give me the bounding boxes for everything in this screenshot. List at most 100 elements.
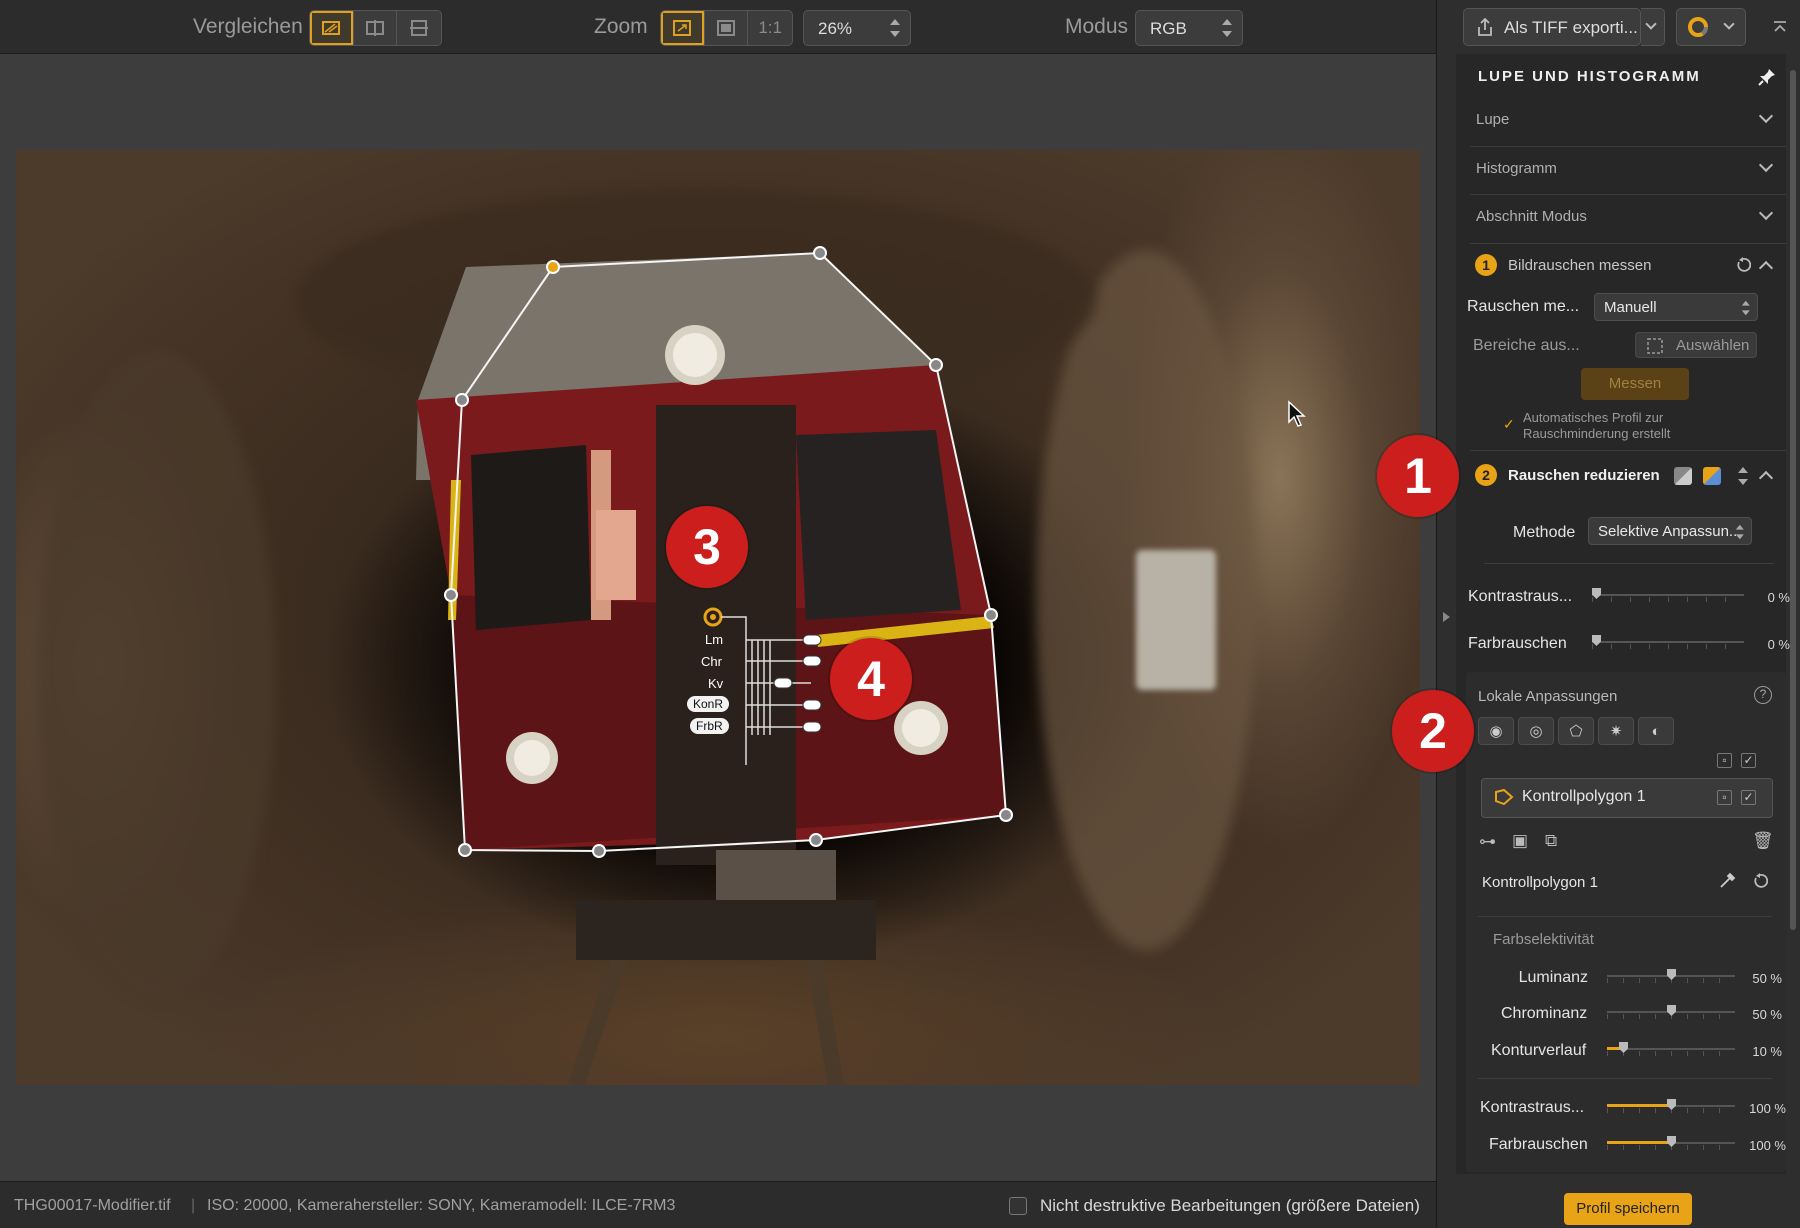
panel-title: LUPE UND HISTOGRAMM [1478, 68, 1701, 85]
local-contrast-noise-slider[interactable] [1607, 1096, 1735, 1116]
step-2-badge: 2 [1475, 464, 1497, 486]
method-value: Selektive Anpassun... [1598, 523, 1742, 540]
step-2-title[interactable]: Rauschen reduzieren [1508, 467, 1660, 484]
control-point-tool-icon[interactable]: ◉ [1478, 717, 1514, 745]
export-label: Als TIFF exporti... [1504, 18, 1638, 37]
fill-screen-icon [717, 20, 735, 36]
eyedropper-icon[interactable] [1718, 872, 1736, 890]
checkbox-checked-icon[interactable]: ✓ [1741, 790, 1756, 805]
compare-off-button[interactable] [310, 11, 354, 45]
fit-screen-icon [673, 20, 692, 36]
save-profile-button[interactable]: Profil speichern [1564, 1193, 1692, 1225]
up-down-icon [1735, 524, 1744, 540]
mask-edit-icon[interactable]: ▣ [1512, 831, 1528, 851]
plugin-ring-icon [1688, 17, 1708, 37]
measure-button[interactable]: Messen [1581, 368, 1689, 400]
compare-label: Vergleichen [193, 15, 303, 38]
gradient-tool-icon[interactable]: ◐ [1638, 717, 1674, 745]
compare-side-by-side-button[interactable] [354, 11, 398, 45]
reset-icon[interactable] [1735, 257, 1751, 273]
callout-3: 3 [666, 506, 748, 588]
chrominance-label: Chrominanz [1501, 1005, 1588, 1022]
nondestructive-checkbox[interactable] [1009, 1197, 1027, 1215]
local-contrast-noise-label: Kontrastraus... [1480, 1099, 1585, 1116]
callout-1: 1 [1377, 435, 1459, 517]
export-dropdown-button[interactable] [1641, 8, 1665, 46]
divider [1470, 450, 1786, 451]
nondestructive-label: Nicht destruktive Bearbeitungen (größere… [1040, 1196, 1420, 1215]
divider [1478, 1078, 1772, 1079]
polygon-tag-icon [1495, 788, 1514, 806]
zoom-fill-button[interactable] [705, 11, 749, 45]
top-toolbar: Vergleichen Zoom 1:1 26% Modus RGB [0, 0, 1436, 54]
contour-slider[interactable] [1607, 1039, 1735, 1059]
help-icon[interactable]: ? [1754, 686, 1772, 704]
color-noise-label: Farbrauschen [1468, 635, 1567, 652]
method-select[interactable]: Selektive Anpassun... [1588, 517, 1752, 545]
step-1-title[interactable]: Bildrauschen messen [1508, 257, 1651, 274]
mask-toggle-icon[interactable]: ▫ [1717, 790, 1732, 805]
duplicate-icon[interactable]: ⧉ [1545, 831, 1557, 851]
mask-toggle-icon[interactable]: ▫ [1717, 753, 1732, 768]
panel-scrollbar[interactable] [1790, 70, 1796, 930]
color-noise-slider[interactable] [1592, 632, 1744, 652]
control-polygon-detail-name: Kontrollpolygon 1 [1482, 874, 1598, 891]
status-separator: | [191, 1197, 196, 1214]
local-tools: ◉ ◎ ⬠ ✷ ◐ [1478, 717, 1674, 745]
status-filename: THG00017-Modifier.tif [14, 1197, 171, 1214]
plugin-menu-button[interactable] [1676, 8, 1746, 46]
overlay-label-frbr[interactable]: FrbR [690, 718, 729, 734]
collapse-panel-arrow-icon[interactable] [1443, 612, 1450, 622]
chevron-down-icon [1723, 18, 1735, 30]
zoom-select[interactable]: 26% [803, 10, 911, 46]
up-down-icon [1222, 19, 1232, 37]
control-polygon-item-name: Kontrollpolygon 1 [1522, 788, 1646, 805]
local-color-noise-slider[interactable] [1607, 1133, 1735, 1153]
divider [1484, 563, 1774, 564]
divider [1478, 916, 1772, 917]
select-areas-button[interactable]: Auswählen [1635, 332, 1757, 358]
zoom-one-to-one-button[interactable]: 1:1 [748, 11, 792, 45]
collapse-top-icon[interactable] [1772, 19, 1788, 35]
eye-tool-icon[interactable]: ◎ [1518, 717, 1554, 745]
selection-icon [1647, 338, 1663, 354]
brightness-tool-icon[interactable]: ✷ [1598, 717, 1634, 745]
polygon-point-active[interactable] [546, 260, 560, 274]
zoom-label: Zoom [594, 15, 648, 38]
polygon-tool-icon[interactable]: ⬠ [1558, 717, 1594, 745]
export-tiff-button[interactable]: Als TIFF exporti... [1463, 8, 1641, 46]
zoom-fit-button[interactable] [661, 11, 705, 45]
control-polygon-overlay[interactable] [16, 150, 1420, 1085]
reorder-icon[interactable] [1738, 467, 1748, 485]
chevron-down-icon [1645, 18, 1657, 30]
image-canvas: Lm Chr Kv KonR FrbR [0, 55, 1436, 1181]
contrast-noise-slider[interactable] [1592, 585, 1744, 605]
mode-select[interactable]: RGB [1135, 10, 1243, 46]
overlay-label-kv: Kv [708, 676, 724, 691]
local-color-noise-label: Farbrauschen [1489, 1136, 1588, 1153]
overlay-label-konr[interactable]: KonR [687, 696, 730, 712]
split-horizontal-icon [410, 20, 429, 36]
photo-tunnel-train[interactable]: Lm Chr Kv KonR FrbR [16, 150, 1420, 1085]
luminance-slider[interactable] [1607, 966, 1735, 986]
compare-top-bottom-button[interactable] [397, 11, 441, 45]
split-vertical-icon [366, 20, 384, 36]
divider [1470, 194, 1786, 195]
chrominance-slider[interactable] [1607, 1002, 1735, 1022]
contrast-noise-value: 0 % [1767, 590, 1790, 605]
pin-icon[interactable] [1758, 68, 1776, 86]
zoom-value: 26% [818, 19, 853, 38]
hierarchy-icon[interactable]: ⊶ [1479, 832, 1496, 852]
check-all-icon[interactable]: ✓ [1741, 753, 1756, 768]
measure-noise-select[interactable]: Manuell [1594, 293, 1758, 321]
step-1-badge: 1 [1475, 254, 1497, 276]
section-histogram[interactable]: Histogramm [1476, 160, 1557, 177]
bw-mode-icon[interactable] [1674, 467, 1692, 485]
section-lupe[interactable]: Lupe [1476, 111, 1509, 128]
section-mode[interactable]: Abschnitt Modus [1476, 208, 1587, 225]
contour-label: Konturverlauf [1491, 1042, 1587, 1059]
color-mode-icon[interactable] [1703, 467, 1721, 485]
overlay-label-chr: Chr [701, 654, 722, 669]
reset-icon[interactable] [1752, 873, 1768, 889]
trash-icon[interactable]: 🗑 [1752, 831, 1774, 851]
